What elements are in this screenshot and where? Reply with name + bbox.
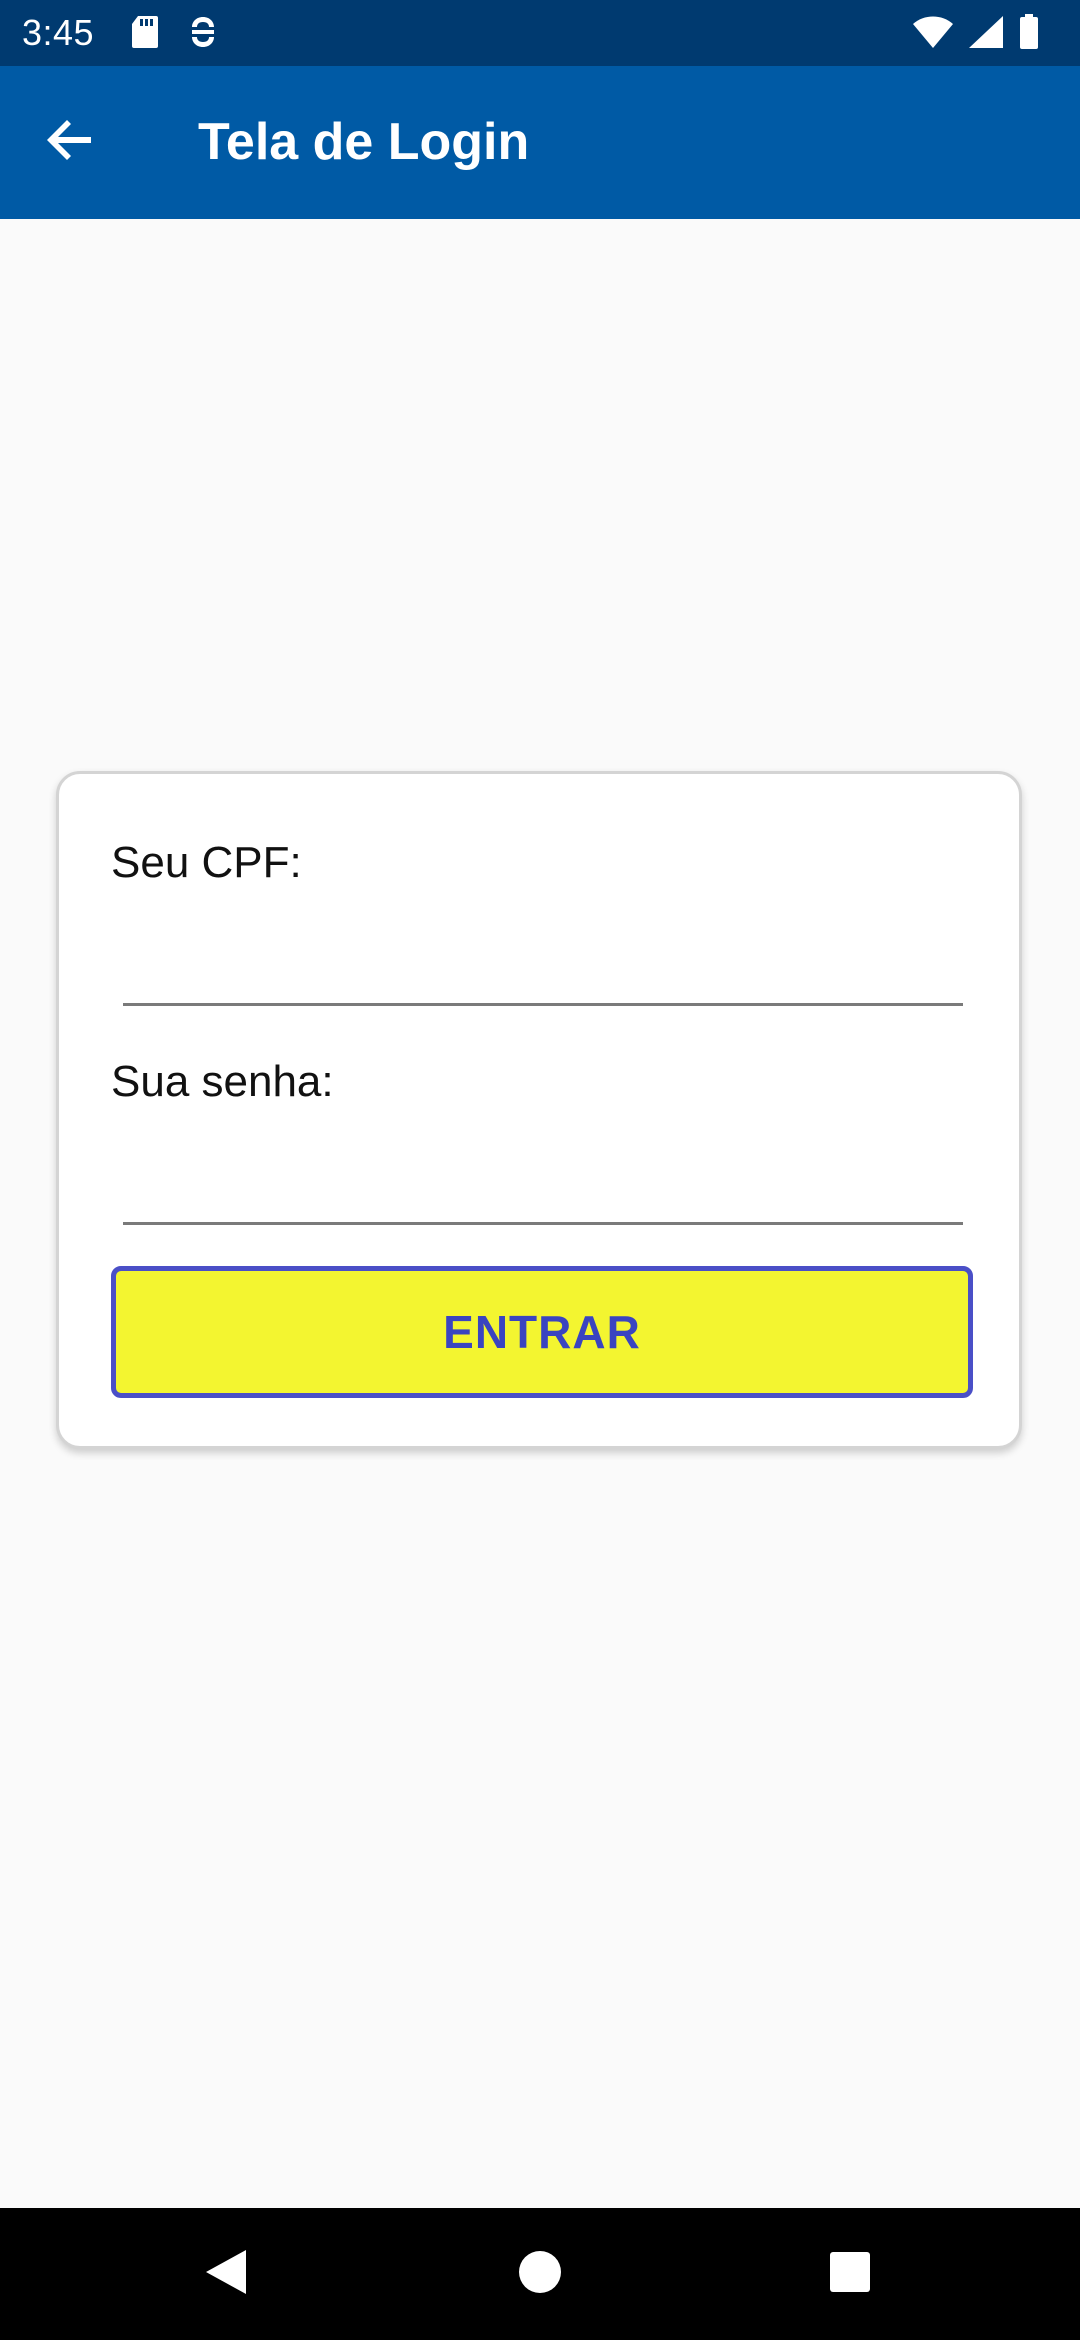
back-button[interactable] xyxy=(34,106,106,178)
enter-button[interactable]: ENTRAR xyxy=(111,1266,973,1398)
app-bar: Tela de Login xyxy=(0,66,1080,219)
status-right-icons xyxy=(912,14,1040,50)
system-nav-bar xyxy=(0,2208,1080,2340)
sd-card-icon xyxy=(130,14,160,50)
home-circle-icon xyxy=(518,2250,562,2299)
cpf-input[interactable] xyxy=(123,936,963,1006)
status-left-icons xyxy=(130,14,218,50)
sync-icon xyxy=(188,14,218,50)
page-title: Tela de Login xyxy=(198,113,530,171)
password-label: Sua senha: xyxy=(111,1057,334,1106)
nav-recents-button[interactable] xyxy=(818,2242,882,2306)
battery-icon xyxy=(1018,14,1040,50)
login-screen: 3:45 Tela de Login Seu CPF: Sua senha: E… xyxy=(0,0,1080,2340)
nav-home-button[interactable] xyxy=(508,2242,572,2306)
status-bar: 3:45 xyxy=(0,0,1080,66)
cpf-label: Seu CPF: xyxy=(111,838,302,887)
arrow-back-icon xyxy=(45,115,95,170)
nav-back-button[interactable] xyxy=(194,2242,258,2306)
status-time: 3:45 xyxy=(22,12,95,53)
password-input[interactable] xyxy=(123,1155,963,1225)
signal-icon xyxy=(968,15,1004,49)
back-triangle-icon xyxy=(204,2248,248,2301)
recents-square-icon xyxy=(829,2251,871,2298)
wifi-icon xyxy=(912,15,954,49)
login-card: Seu CPF: Sua senha: ENTRAR xyxy=(56,771,1022,1449)
